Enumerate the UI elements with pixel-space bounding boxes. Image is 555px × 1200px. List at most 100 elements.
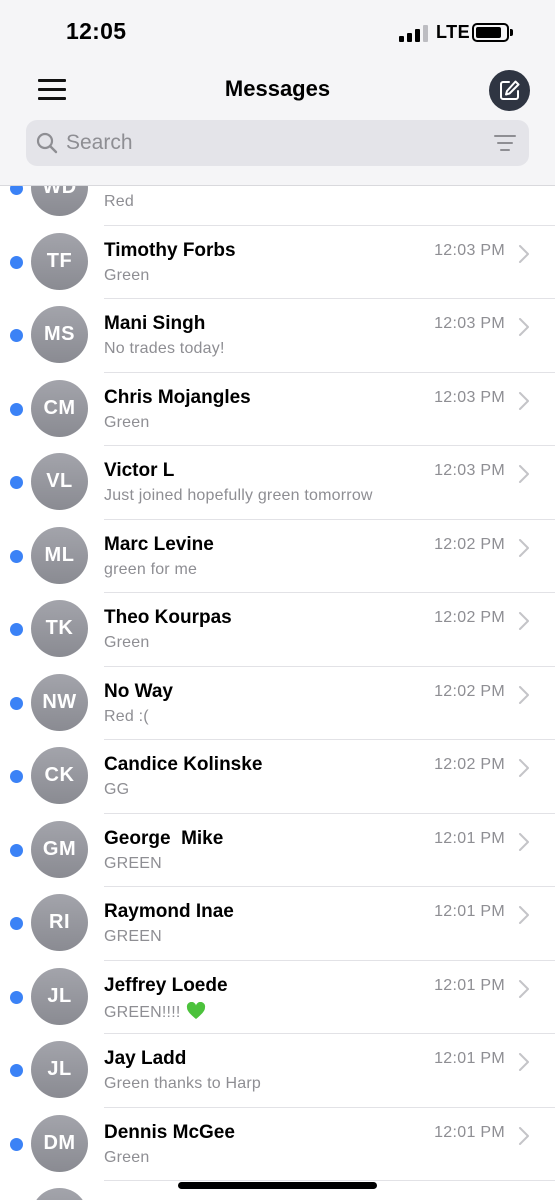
contact-name: Dennis McGee — [104, 1121, 235, 1143]
message-preview-text: Red :( — [104, 707, 149, 725]
chevron-right-icon — [519, 612, 529, 630]
conversation-row[interactable]: CK Candice Kolinske GG 12:02 PM — [0, 740, 555, 814]
avatar: MS — [31, 306, 88, 363]
message-preview-text: Green — [104, 266, 150, 284]
avatar: CK — [31, 747, 88, 804]
search-bar — [26, 120, 529, 166]
avatar: CM — [31, 379, 88, 437]
conversation-row[interactable]: DM Dennis McGee Green 12:01 PM — [0, 1108, 555, 1181]
avatar: NW — [31, 673, 88, 731]
avatar: JL — [31, 967, 88, 1025]
message-preview-text: Green — [104, 1148, 150, 1166]
unread-dot — [10, 990, 23, 1004]
message-preview: GREEN!!!! — [104, 1001, 206, 1022]
message-time: 12:01 PM — [434, 829, 505, 847]
message-preview-text: Green — [104, 634, 150, 651]
chevron-right-icon — [519, 318, 529, 336]
message-preview: No trades today! — [104, 340, 225, 358]
unread-dot — [10, 255, 23, 269]
conversation-row[interactable]: RI Raymond Inae GREEN 12:01 PM — [0, 887, 555, 961]
compose-button[interactable] — [489, 70, 530, 111]
contact-name: Marc Levine — [104, 533, 214, 555]
filter-icon[interactable] — [494, 135, 516, 151]
message-preview: Green — [104, 267, 149, 285]
unread-dot — [10, 843, 23, 857]
message-preview: GG — [104, 781, 129, 799]
contact-name: Theo Kourpas — [104, 607, 232, 628]
message-time: 12:01 PM — [434, 903, 505, 920]
message-preview: Red — [104, 193, 134, 211]
battery-icon — [472, 23, 509, 42]
message-time: 12:01 PM — [434, 1123, 505, 1141]
search-icon — [36, 132, 58, 154]
message-preview: green for me — [104, 561, 197, 579]
contact-name: George Mike — [104, 827, 224, 849]
conversation-row[interactable]: ML Marc Levine green for me 12:02 PM — [0, 520, 555, 593]
message-time: 12:02 PM — [434, 535, 505, 553]
contact-name: Raymond Inae — [104, 901, 234, 922]
conversation-row[interactable]: MS Mani Singh No trades today! 12:03 PM — [0, 299, 555, 373]
unread-dot — [10, 770, 23, 783]
home-indicator — [178, 1182, 377, 1189]
message-preview-text: Green thanks to Harp — [104, 1075, 261, 1092]
search-input[interactable] — [66, 126, 466, 160]
battery-tip — [510, 29, 513, 36]
unread-dot — [10, 549, 23, 563]
message-time: 12:03 PM — [434, 388, 505, 406]
contact-name: Jay Ladd — [104, 1048, 187, 1069]
message-preview-text: GG — [104, 781, 130, 798]
chevron-right-icon — [519, 244, 529, 263]
unread-dot — [10, 1137, 23, 1151]
conversation-list[interactable]: WD Red TF Timothy Forbs Green 12:03 PM M… — [0, 152, 555, 1200]
unread-dot — [10, 476, 23, 489]
chevron-right-icon — [519, 759, 529, 777]
conversation-row[interactable]: VL Victor L Just joined hopefully green … — [0, 446, 555, 520]
contact-name: No Way — [104, 680, 173, 702]
conversation-row[interactable]: NW No Way Red :( 12:02 PM — [0, 667, 555, 740]
conversation-row[interactable]: TF Timothy Forbs Green 12:03 PM — [0, 226, 555, 299]
message-time: 12:03 PM — [434, 315, 505, 332]
message-preview-text: Just joined hopefully green tomorrow — [104, 487, 373, 504]
unread-dot — [10, 402, 23, 416]
chevron-right-icon — [519, 1126, 529, 1145]
chevron-right-icon — [519, 906, 529, 924]
chevron-right-icon — [519, 979, 529, 998]
chevron-right-icon — [519, 538, 529, 557]
message-time: 12:03 PM — [434, 241, 505, 259]
message-preview: GREEN — [104, 855, 162, 873]
message-preview-text: Green — [104, 413, 150, 431]
contact-name: Mani Singh — [104, 313, 206, 334]
avatar: RI — [31, 894, 88, 951]
message-preview: Just joined hopefully green tomorrow — [104, 487, 373, 505]
network-type: LTE — [436, 22, 471, 42]
contact-name: Candice Kolinske — [104, 754, 263, 775]
conversation-row[interactable]: JL Jeffrey Loede GREEN!!!! 12:01 PM — [0, 961, 555, 1034]
contact-name: Timothy Forbs — [104, 239, 236, 261]
cellular-signal-icon — [399, 24, 429, 42]
unread-dot — [10, 329, 23, 342]
message-preview-text: GREEN!!!! — [104, 1003, 181, 1021]
status-bar: 12:05 LTE — [0, 0, 555, 64]
avatar: TK — [31, 600, 88, 657]
avatar — [31, 1188, 88, 1200]
conversation-row[interactable]: TK Theo Kourpas Green 12:02 PM — [0, 593, 555, 667]
message-time: 12:02 PM — [434, 682, 505, 700]
message-time: 12:01 PM — [434, 1050, 505, 1067]
message-preview: Green — [104, 414, 149, 432]
message-time: 12:02 PM — [434, 756, 505, 773]
conversation-row[interactable]: GM George Mike GREEN 12:01 PM — [0, 814, 555, 887]
avatar: ML — [31, 526, 88, 584]
unread-dot — [10, 1064, 23, 1077]
message-preview-text: No trades today! — [104, 340, 225, 357]
avatar: DM — [31, 1114, 88, 1172]
page-title: Messages — [224, 76, 331, 101]
contact-name: Chris Mojangles — [104, 386, 251, 408]
compose-icon — [500, 80, 520, 100]
conversation-row[interactable]: JL Jay Ladd Green thanks to Harp 12:01 P… — [0, 1034, 555, 1108]
unread-dot — [10, 696, 23, 710]
message-preview-text: green for me — [104, 560, 198, 578]
avatar: VL — [31, 453, 88, 510]
conversation-row[interactable]: CM Chris Mojangles Green 12:03 PM — [0, 373, 555, 446]
message-preview: Red :( — [104, 708, 149, 726]
avatar: GM — [31, 820, 88, 878]
